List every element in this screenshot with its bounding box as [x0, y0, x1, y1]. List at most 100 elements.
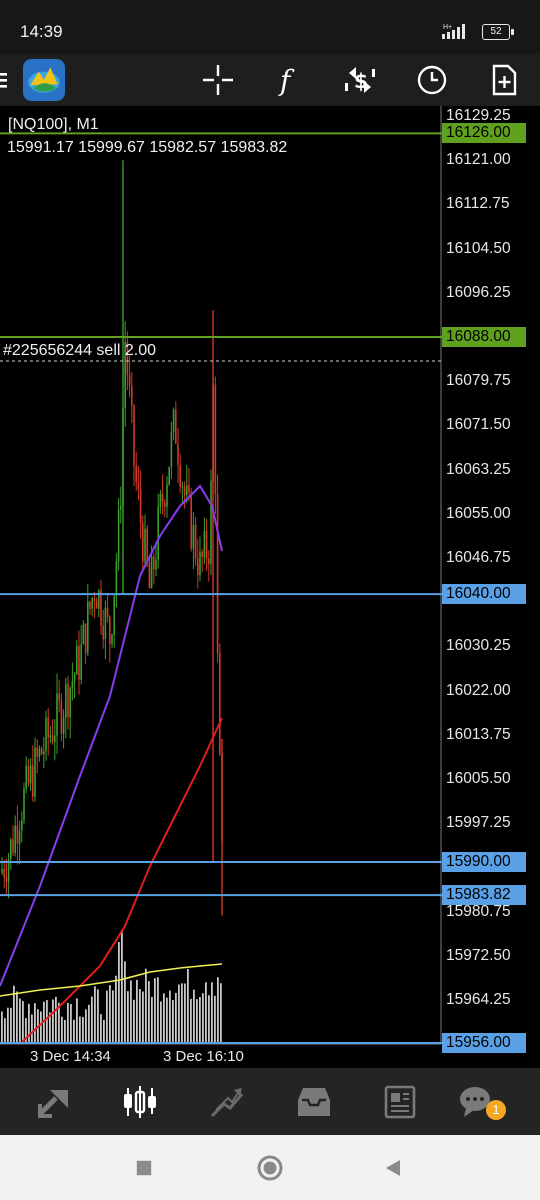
hline-price-tag[interactable]: 16088.00 — [442, 327, 526, 347]
volume-bar — [106, 990, 108, 1042]
candle-body — [194, 524, 197, 559]
volume-bar — [202, 993, 204, 1042]
price-scale-label: 16063.25 — [446, 460, 511, 478]
symbol-title: [NQ100], M1 — [8, 116, 99, 133]
candle-body — [84, 623, 87, 653]
status-bar: 14:39 H+ 52 — [0, 0, 540, 54]
news-icon[interactable] — [370, 1068, 430, 1135]
history-icon[interactable] — [284, 1068, 344, 1135]
back-icon[interactable] — [378, 1153, 408, 1183]
volume-bar — [178, 984, 180, 1042]
candle-body — [142, 523, 144, 562]
candle-body — [51, 735, 54, 742]
candle-body — [179, 465, 181, 487]
order-label[interactable]: #225656244 sell 2.00 — [3, 342, 156, 360]
candle-body — [27, 765, 30, 784]
candle-body — [34, 747, 36, 797]
price-scale-label: 16022.00 — [446, 681, 511, 699]
volume-bar — [184, 983, 186, 1042]
candle-body — [157, 506, 159, 561]
candle-body — [111, 634, 113, 644]
price-chart[interactable]: [NQ100], M1 15991.17 15999.67 15982.57 1… — [0, 106, 540, 1068]
svg-text:$: $ — [354, 69, 368, 93]
price-scale-label: 16071.50 — [446, 416, 511, 434]
candle-body — [10, 839, 12, 860]
candle-body — [71, 681, 74, 688]
hline-price-tag[interactable]: 15983.82 — [442, 885, 526, 906]
candle-body — [133, 405, 135, 466]
volume-bar — [157, 977, 159, 1042]
new-order-icon[interactable] — [480, 54, 528, 106]
candle-body — [106, 607, 109, 617]
chart-icon[interactable] — [110, 1068, 170, 1135]
candle-body — [49, 735, 52, 738]
timeframe-icon[interactable] — [408, 54, 456, 106]
candle-body — [164, 502, 166, 507]
candle-body — [175, 409, 177, 444]
candle-body — [80, 643, 82, 680]
candle-body — [60, 700, 63, 734]
metatrader-logo-icon[interactable] — [20, 54, 68, 106]
hline-price-tag[interactable]: 16126.00 — [442, 123, 526, 144]
volume-bar — [52, 999, 54, 1042]
candle-body — [190, 492, 192, 549]
candle-body — [183, 486, 186, 496]
volume-bar — [139, 989, 141, 1042]
candle-body — [23, 788, 25, 821]
candle-body — [32, 765, 34, 797]
quotes-icon[interactable] — [24, 1068, 84, 1135]
hline-price-tag[interactable]: 15956.00 — [442, 1033, 526, 1053]
recents-icon[interactable] — [129, 1153, 159, 1183]
volume-bar — [115, 975, 117, 1042]
hline-price-tag[interactable]: 16040.00 — [442, 584, 526, 605]
candle-body — [177, 443, 179, 466]
home-icon[interactable] — [255, 1153, 285, 1183]
candle-body — [208, 558, 210, 564]
volume-bar — [181, 983, 183, 1042]
menu-icon[interactable] — [0, 54, 16, 106]
hline-price-tag[interactable]: 15990.00 — [442, 852, 526, 873]
candle-body — [18, 830, 21, 844]
volume-bar — [169, 990, 171, 1042]
system-navigation — [0, 1135, 540, 1200]
ohlc-values: 15991.17 15999.67 15982.57 15983.82 — [7, 139, 288, 156]
volume-bar — [85, 1009, 87, 1042]
candle-body — [21, 820, 23, 831]
volume-bar — [190, 998, 192, 1042]
volume-bar — [208, 995, 210, 1042]
candle-body — [161, 493, 164, 503]
volume-bar — [145, 968, 147, 1042]
volume-bar — [4, 1018, 6, 1042]
candle-body — [181, 486, 184, 488]
price-scale-label: 15964.25 — [446, 991, 511, 1008]
volume-bar — [118, 942, 120, 1042]
volume-bar — [91, 996, 93, 1042]
candle-body — [58, 693, 60, 701]
symbols-icon[interactable]: $ — [336, 54, 384, 106]
candle-body — [166, 484, 168, 507]
volume-bar — [73, 1019, 75, 1042]
candle-body — [45, 717, 47, 752]
price-scale-label: 15980.75 — [446, 902, 511, 920]
volume-bar — [124, 961, 126, 1042]
volume-bar — [88, 1004, 90, 1042]
candle-body — [47, 717, 49, 738]
indicators-icon[interactable]: f — [264, 54, 312, 106]
volume-bar — [70, 1003, 72, 1042]
volume-bar — [163, 993, 165, 1042]
candle-body — [199, 551, 201, 576]
candle-body — [168, 467, 170, 485]
volume-bar — [172, 1000, 174, 1042]
candle-body — [65, 683, 67, 718]
volume-bar — [64, 1019, 66, 1042]
candle-body — [203, 530, 206, 557]
candle-body — [219, 652, 221, 755]
volume-bar — [31, 1014, 33, 1042]
crosshair-icon[interactable] — [194, 54, 242, 106]
trade-icon[interactable] — [198, 1068, 258, 1135]
candle-body — [16, 825, 19, 844]
candle-body — [159, 493, 162, 507]
candle-body — [150, 556, 153, 588]
candle-body — [186, 485, 188, 496]
volume-bar — [7, 1007, 9, 1042]
